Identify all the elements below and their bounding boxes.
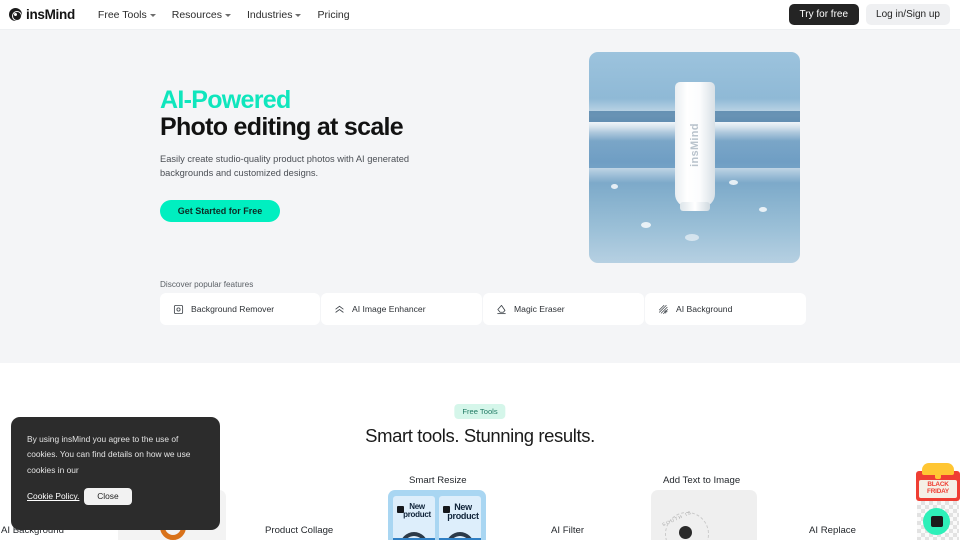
login-signup-button[interactable]: Log in/Sign up bbox=[866, 4, 950, 25]
thumb-text: New product bbox=[396, 502, 435, 520]
nav-item-resources[interactable]: Resources bbox=[172, 9, 231, 21]
site-header: insMind Free Tools Resources Industries … bbox=[0, 0, 960, 30]
chat-icon bbox=[930, 516, 943, 527]
tube-brand-label: insMind bbox=[688, 122, 701, 167]
nav-item-free-tools[interactable]: Free Tools bbox=[98, 9, 156, 21]
hero-section: AI-Powered Photo editing at scale Easily… bbox=[0, 30, 960, 363]
image-frame-icon bbox=[173, 304, 184, 314]
thumb-text-line2: product bbox=[403, 510, 431, 520]
tube-cap bbox=[679, 202, 710, 211]
tool-label-smart-resize[interactable]: Smart Resize bbox=[409, 475, 467, 486]
resize-thumb-large: New product bbox=[439, 496, 481, 540]
cookie-close-button[interactable]: Close bbox=[83, 487, 132, 505]
popular-features-row: Background Remover AI Image Enhancer Mag… bbox=[160, 293, 806, 325]
water-sparkle bbox=[729, 180, 738, 185]
chevron-down-icon bbox=[149, 13, 156, 17]
nav-label: Pricing bbox=[317, 8, 350, 21]
feature-card-magic-eraser[interactable]: Magic Eraser bbox=[483, 293, 644, 325]
discover-features-label: Discover popular features bbox=[160, 280, 254, 289]
nav-item-pricing[interactable]: Pricing bbox=[317, 9, 349, 21]
chat-widget-button[interactable] bbox=[923, 508, 950, 535]
feature-label: Background Remover bbox=[191, 304, 275, 314]
tool-label-ai-replace[interactable]: AI Replace bbox=[809, 525, 856, 536]
product-tube: insMind bbox=[674, 82, 715, 211]
free-tools-badge: Free Tools bbox=[454, 404, 506, 419]
water-sparkle bbox=[611, 184, 618, 189]
chevron-down-icon bbox=[224, 13, 231, 17]
tool-label-ai-filter[interactable]: AI Filter bbox=[551, 525, 584, 536]
thumb-text-line2: product bbox=[447, 511, 479, 522]
sparkle-chevrons-icon bbox=[335, 305, 344, 313]
nav-label: Industries bbox=[246, 8, 293, 21]
thumb-text: New product bbox=[442, 502, 481, 522]
nav-label: Free Tools bbox=[97, 8, 147, 21]
water-sparkle bbox=[685, 234, 699, 241]
feature-card-ai-image-enhancer[interactable]: AI Image Enhancer bbox=[321, 293, 482, 325]
water-sparkle bbox=[641, 222, 651, 228]
hero-title-main: Photo editing at scale bbox=[160, 113, 404, 141]
texture-plus-icon bbox=[659, 304, 668, 314]
feature-label: Magic Eraser bbox=[514, 304, 565, 314]
gift-bow-icon bbox=[922, 463, 954, 479]
concentric-circles-logo-icon bbox=[9, 8, 22, 21]
lens-dot-graphic bbox=[679, 526, 692, 539]
get-started-button[interactable]: Get Started for Free bbox=[160, 200, 280, 222]
try-for-free-button[interactable]: Try for free bbox=[788, 4, 860, 25]
hero-product-image: insMind bbox=[589, 52, 800, 263]
nav-label: Resources bbox=[171, 8, 222, 21]
cookie-policy-link[interactable]: Cookie Policy. bbox=[27, 491, 79, 501]
page-root: insMind Free Tools Resources Industries … bbox=[0, 0, 960, 540]
chevron-down-icon bbox=[295, 13, 302, 17]
tool-card-add-text-to-image[interactable]: SOUTH IS bbox=[651, 490, 757, 540]
tool-card-smart-resize[interactable]: New product New product bbox=[388, 490, 486, 540]
cookie-text: By using insMind you agree to the use of… bbox=[27, 434, 191, 475]
feature-label: AI Image Enhancer bbox=[352, 304, 426, 314]
black-friday-tag: BLACK FRIDAY bbox=[919, 480, 957, 498]
tool-label-add-text-to-image[interactable]: Add Text to Image bbox=[663, 475, 740, 486]
hero-title-accent: AI-Powered bbox=[160, 86, 291, 114]
logo[interactable]: insMind bbox=[9, 7, 75, 22]
resize-thumb-small: New product bbox=[393, 496, 435, 540]
eraser-icon bbox=[497, 304, 506, 314]
water-sparkle bbox=[759, 207, 767, 212]
logo-text: insMind bbox=[26, 7, 75, 22]
cookie-consent-banner: By using insMind you agree to the use of… bbox=[11, 417, 220, 530]
tool-label-product-collage[interactable]: Product Collage bbox=[265, 525, 333, 536]
feature-card-ai-background[interactable]: AI Background bbox=[645, 293, 806, 325]
hero-subtitle: Easily create studio-quality product pho… bbox=[160, 154, 410, 179]
feature-card-background-remover[interactable]: Background Remover bbox=[160, 293, 320, 325]
nav-item-industries[interactable]: Industries bbox=[247, 9, 302, 21]
feature-label: AI Background bbox=[676, 304, 733, 314]
section-title: Smart tools. Stunning results. bbox=[365, 425, 595, 446]
black-friday-line2: FRIDAY bbox=[927, 488, 949, 495]
main-nav: Free Tools Resources Industries Pricing bbox=[98, 9, 350, 21]
black-friday-widget[interactable]: ou BLACK FRIDAY bbox=[916, 463, 960, 540]
header-actions: Try for free Log in/Sign up bbox=[788, 4, 950, 25]
